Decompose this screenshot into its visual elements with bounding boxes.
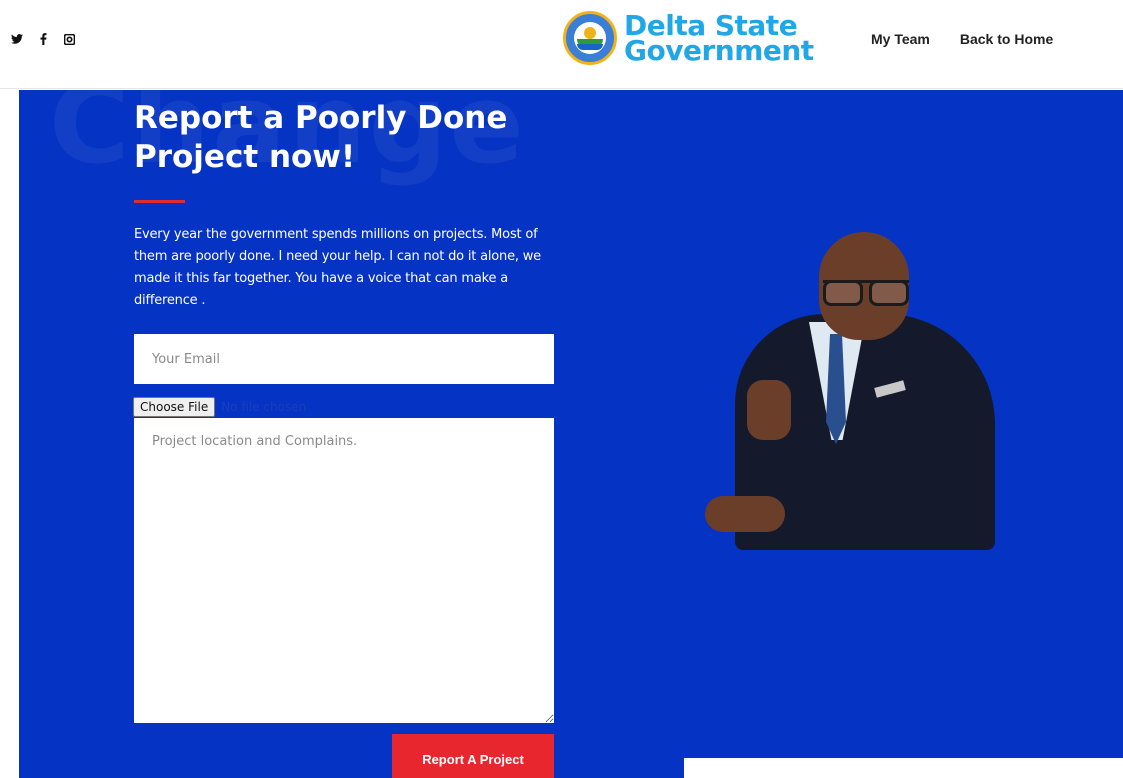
file-status: No file chosen — [221, 400, 307, 414]
page: Delta State Government My Team Back to H… — [0, 0, 1123, 778]
twitter-icon — [11, 34, 23, 44]
nav-my-team[interactable]: My Team — [871, 31, 930, 47]
report-project-button[interactable]: Report A Project — [392, 734, 554, 778]
complaint-textarea[interactable] — [134, 418, 554, 723]
delta-state-logo[interactable]: Delta State Government — [563, 11, 814, 65]
title-line-2: Project now! — [134, 139, 356, 175]
facebook-icon — [40, 33, 46, 45]
intro-text: Every year the government spends million… — [134, 227, 541, 308]
governor-portrait — [683, 230, 1003, 550]
file-upload: Choose File No file chosen — [133, 397, 306, 417]
report-hero: Change Report a Poorly Done Project now!… — [19, 90, 1123, 778]
page-title: Report a Poorly Done Project now! — [134, 99, 554, 177]
choose-file-button[interactable]: Choose File — [133, 397, 216, 417]
title-line-1: Report a Poorly Done — [134, 100, 508, 136]
content-card-edge — [684, 758, 1123, 778]
twitter-link[interactable] — [10, 32, 24, 46]
logo-line-2: Government — [624, 34, 814, 67]
site-header: Delta State Government My Team Back to H… — [0, 0, 1123, 89]
social-links — [10, 32, 76, 46]
instagram-icon — [63, 33, 75, 45]
email-field[interactable] — [134, 334, 554, 384]
facebook-link[interactable] — [36, 32, 50, 46]
main-nav: My Team Back to Home — [871, 31, 1053, 47]
nav-back-to-home[interactable]: Back to Home — [960, 31, 1053, 47]
title-divider — [134, 200, 185, 203]
instagram-link[interactable] — [62, 32, 76, 46]
logo-wordmark: Delta State Government — [624, 11, 814, 67]
state-seal-icon — [563, 11, 617, 65]
